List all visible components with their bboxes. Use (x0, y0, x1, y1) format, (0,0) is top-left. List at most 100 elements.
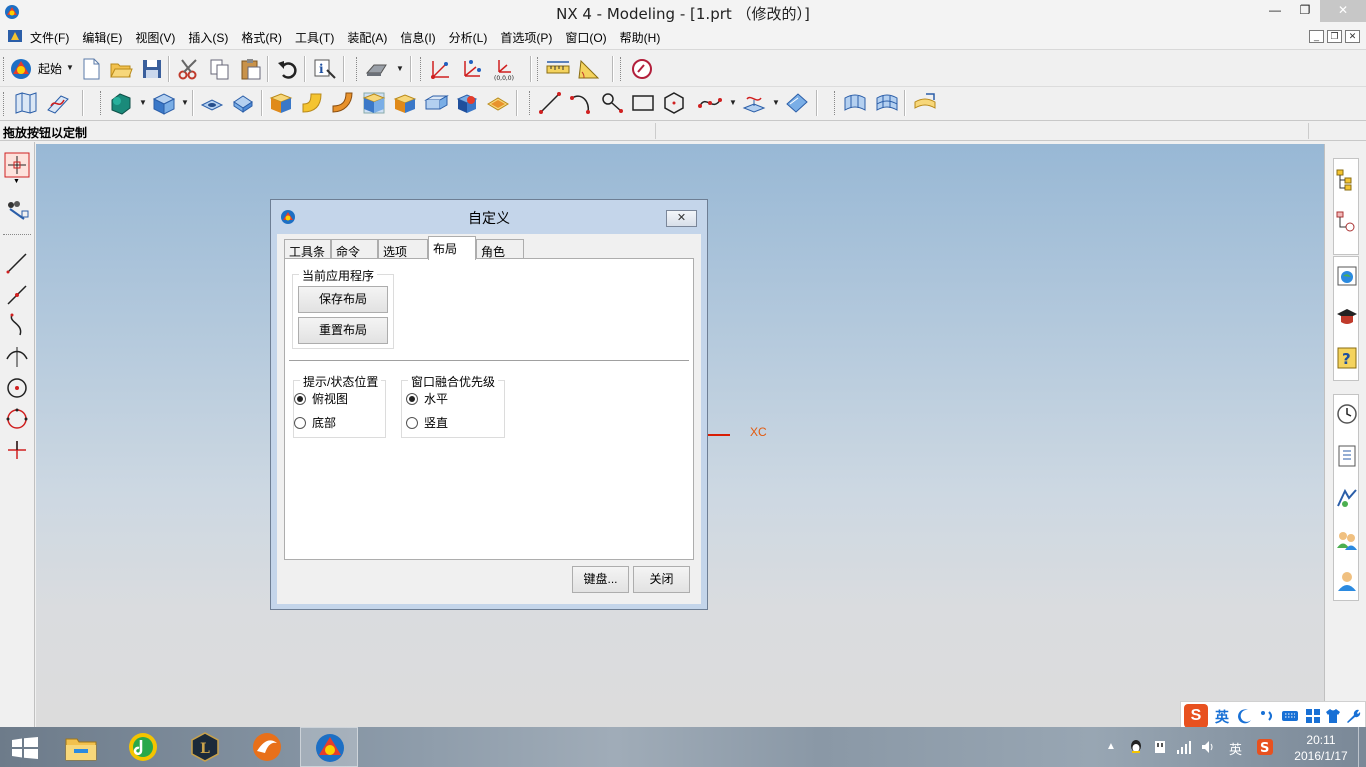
render-style-dropdown-icon[interactable]: ▼ (396, 64, 404, 73)
through-curves-icon[interactable] (842, 90, 868, 116)
open-folder-icon[interactable] (108, 56, 134, 82)
network-signal-icon[interactable] (1176, 739, 1192, 755)
system-clock[interactable]: 20:11 2016/1/17 (1290, 732, 1352, 764)
dialog-close-action-button[interactable]: 关闭 (633, 566, 690, 593)
tab-toolbars[interactable]: 工具条 (284, 239, 331, 259)
tab-layout[interactable]: 布局 (428, 236, 476, 260)
shirt-skin-icon[interactable] (1325, 708, 1341, 724)
offset-face-icon[interactable] (423, 90, 449, 116)
new-file-icon[interactable] (78, 56, 104, 82)
tab-roles[interactable]: 角色 (476, 239, 524, 259)
reset-layout-button[interactable]: 重置布局 (298, 317, 388, 344)
left-circle-points-icon[interactable] (4, 406, 30, 432)
taskbar-nx[interactable] (300, 727, 358, 767)
roles-icon[interactable] (1335, 528, 1359, 552)
radio-horizontal[interactable]: 水平 (406, 391, 448, 407)
start-dropdown-icon[interactable]: ▼ (66, 63, 74, 72)
sketch-icon[interactable] (13, 90, 39, 116)
left-point-icon[interactable] (4, 437, 30, 463)
measure-distance-icon[interactable] (545, 56, 571, 82)
point-icon[interactable] (599, 90, 625, 116)
windows-start-icon[interactable] (12, 737, 38, 759)
radio-prompt-top[interactable]: 俯视图 (294, 391, 348, 407)
selection-filter-icon[interactable] (4, 152, 30, 178)
chamfer-icon[interactable] (299, 90, 325, 116)
history-icon[interactable] (1335, 402, 1359, 426)
punctuation-icon[interactable] (1259, 708, 1275, 724)
left-line-icon[interactable] (4, 250, 30, 276)
left-arc-icon[interactable] (4, 312, 30, 338)
rectangle-icon[interactable] (630, 90, 656, 116)
edge-blend-icon[interactable] (268, 90, 294, 116)
help-icon[interactable]: ? (1335, 346, 1359, 370)
settings-wrench-icon[interactable] (1345, 708, 1361, 724)
close-window-button[interactable]: ✕ (1320, 0, 1366, 22)
show-desktop-button[interactable] (1358, 727, 1366, 767)
project-curve-icon[interactable] (741, 90, 767, 116)
menu-analysis[interactable]: 分析(L) (449, 29, 488, 46)
offset-curve-icon[interactable] (784, 90, 810, 116)
taskbar-browser[interactable] (238, 727, 296, 767)
restore-button[interactable]: ❐ (1290, 0, 1320, 22)
process-studio-icon[interactable] (1335, 486, 1359, 510)
toolbar-grip[interactable] (3, 57, 6, 81)
start-button-label[interactable]: 起始 (38, 60, 62, 77)
curve-sketch-icon[interactable] (45, 90, 71, 116)
boss-icon[interactable] (230, 90, 256, 116)
unite-icon[interactable] (454, 90, 480, 116)
menu-tools[interactable]: 工具(T) (295, 29, 334, 46)
part-navigator-icon[interactable] (1335, 210, 1359, 234)
sogou-logo-icon[interactable]: S (1184, 704, 1208, 728)
left-tangent-arc-icon[interactable] (4, 343, 30, 369)
system-materials-icon[interactable] (1335, 444, 1359, 468)
check-geometry-icon[interactable] (629, 56, 655, 82)
wcs-dynamic-icon[interactable] (428, 56, 454, 82)
sweep-icon[interactable] (912, 90, 938, 116)
save-icon[interactable] (139, 56, 165, 82)
line-icon[interactable] (537, 90, 563, 116)
project-curve-dropdown-icon[interactable]: ▼ (772, 98, 780, 107)
arc-icon[interactable] (568, 90, 594, 116)
through-curve-mesh-icon[interactable] (874, 90, 900, 116)
show-hidden-icons-icon[interactable]: ▲ (1106, 741, 1116, 752)
menu-file[interactable]: 文件(F) (30, 29, 69, 46)
wcs-orient-icon[interactable] (459, 56, 485, 82)
information-icon[interactable]: i (312, 56, 338, 82)
web-browser-icon[interactable] (1335, 264, 1359, 288)
training-icon[interactable] (1335, 305, 1359, 329)
qq-tray-icon[interactable] (1128, 739, 1144, 755)
menu-window[interactable]: 窗口(O) (565, 29, 606, 46)
thicken-icon[interactable] (392, 90, 418, 116)
start-icon[interactable] (9, 56, 35, 82)
user-role-icon[interactable] (1335, 569, 1359, 593)
wcs-origin-icon[interactable]: (0,0,0) (491, 56, 517, 82)
menu-edit[interactable]: 编辑(E) (82, 29, 122, 46)
tab-options[interactable]: 选项 (378, 239, 428, 259)
face-blend-icon[interactable] (330, 90, 356, 116)
sogou-tray-icon[interactable]: S (1256, 738, 1274, 756)
hole-icon[interactable] (199, 90, 225, 116)
menu-view[interactable]: 视图(V) (135, 29, 175, 46)
taskbar-music-player[interactable] (114, 727, 172, 767)
mdi-restore-button[interactable]: ❐ (1327, 30, 1342, 43)
copy-icon[interactable] (207, 56, 233, 82)
snap-point-icon[interactable] (4, 197, 30, 223)
ime-mode-toggle[interactable]: 英 (1215, 707, 1229, 727)
menu-insert[interactable]: 插入(S) (188, 29, 228, 46)
document-menu-icon[interactable] (7, 28, 23, 44)
half-width-moon-icon[interactable] (1237, 708, 1253, 724)
selection-filter-dropdown-icon[interactable]: ▼ (13, 178, 20, 185)
mdi-minimize-button[interactable]: _ (1309, 30, 1324, 43)
keyboard-icon[interactable] (1281, 708, 1299, 724)
save-layout-button[interactable]: 保存布局 (298, 286, 388, 313)
mdi-close-button[interactable]: ✕ (1345, 30, 1360, 43)
menu-format[interactable]: 格式(R) (241, 29, 282, 46)
render-style-icon[interactable] (364, 56, 390, 82)
left-line-tangent-icon[interactable] (4, 282, 30, 308)
shell-icon[interactable] (361, 90, 387, 116)
extrude-icon[interactable] (108, 90, 134, 116)
dialog-close-button[interactable]: ✕ (666, 210, 697, 227)
spline-icon[interactable] (697, 90, 723, 116)
undo-icon[interactable] (275, 56, 301, 82)
cut-icon[interactable] (176, 56, 202, 82)
